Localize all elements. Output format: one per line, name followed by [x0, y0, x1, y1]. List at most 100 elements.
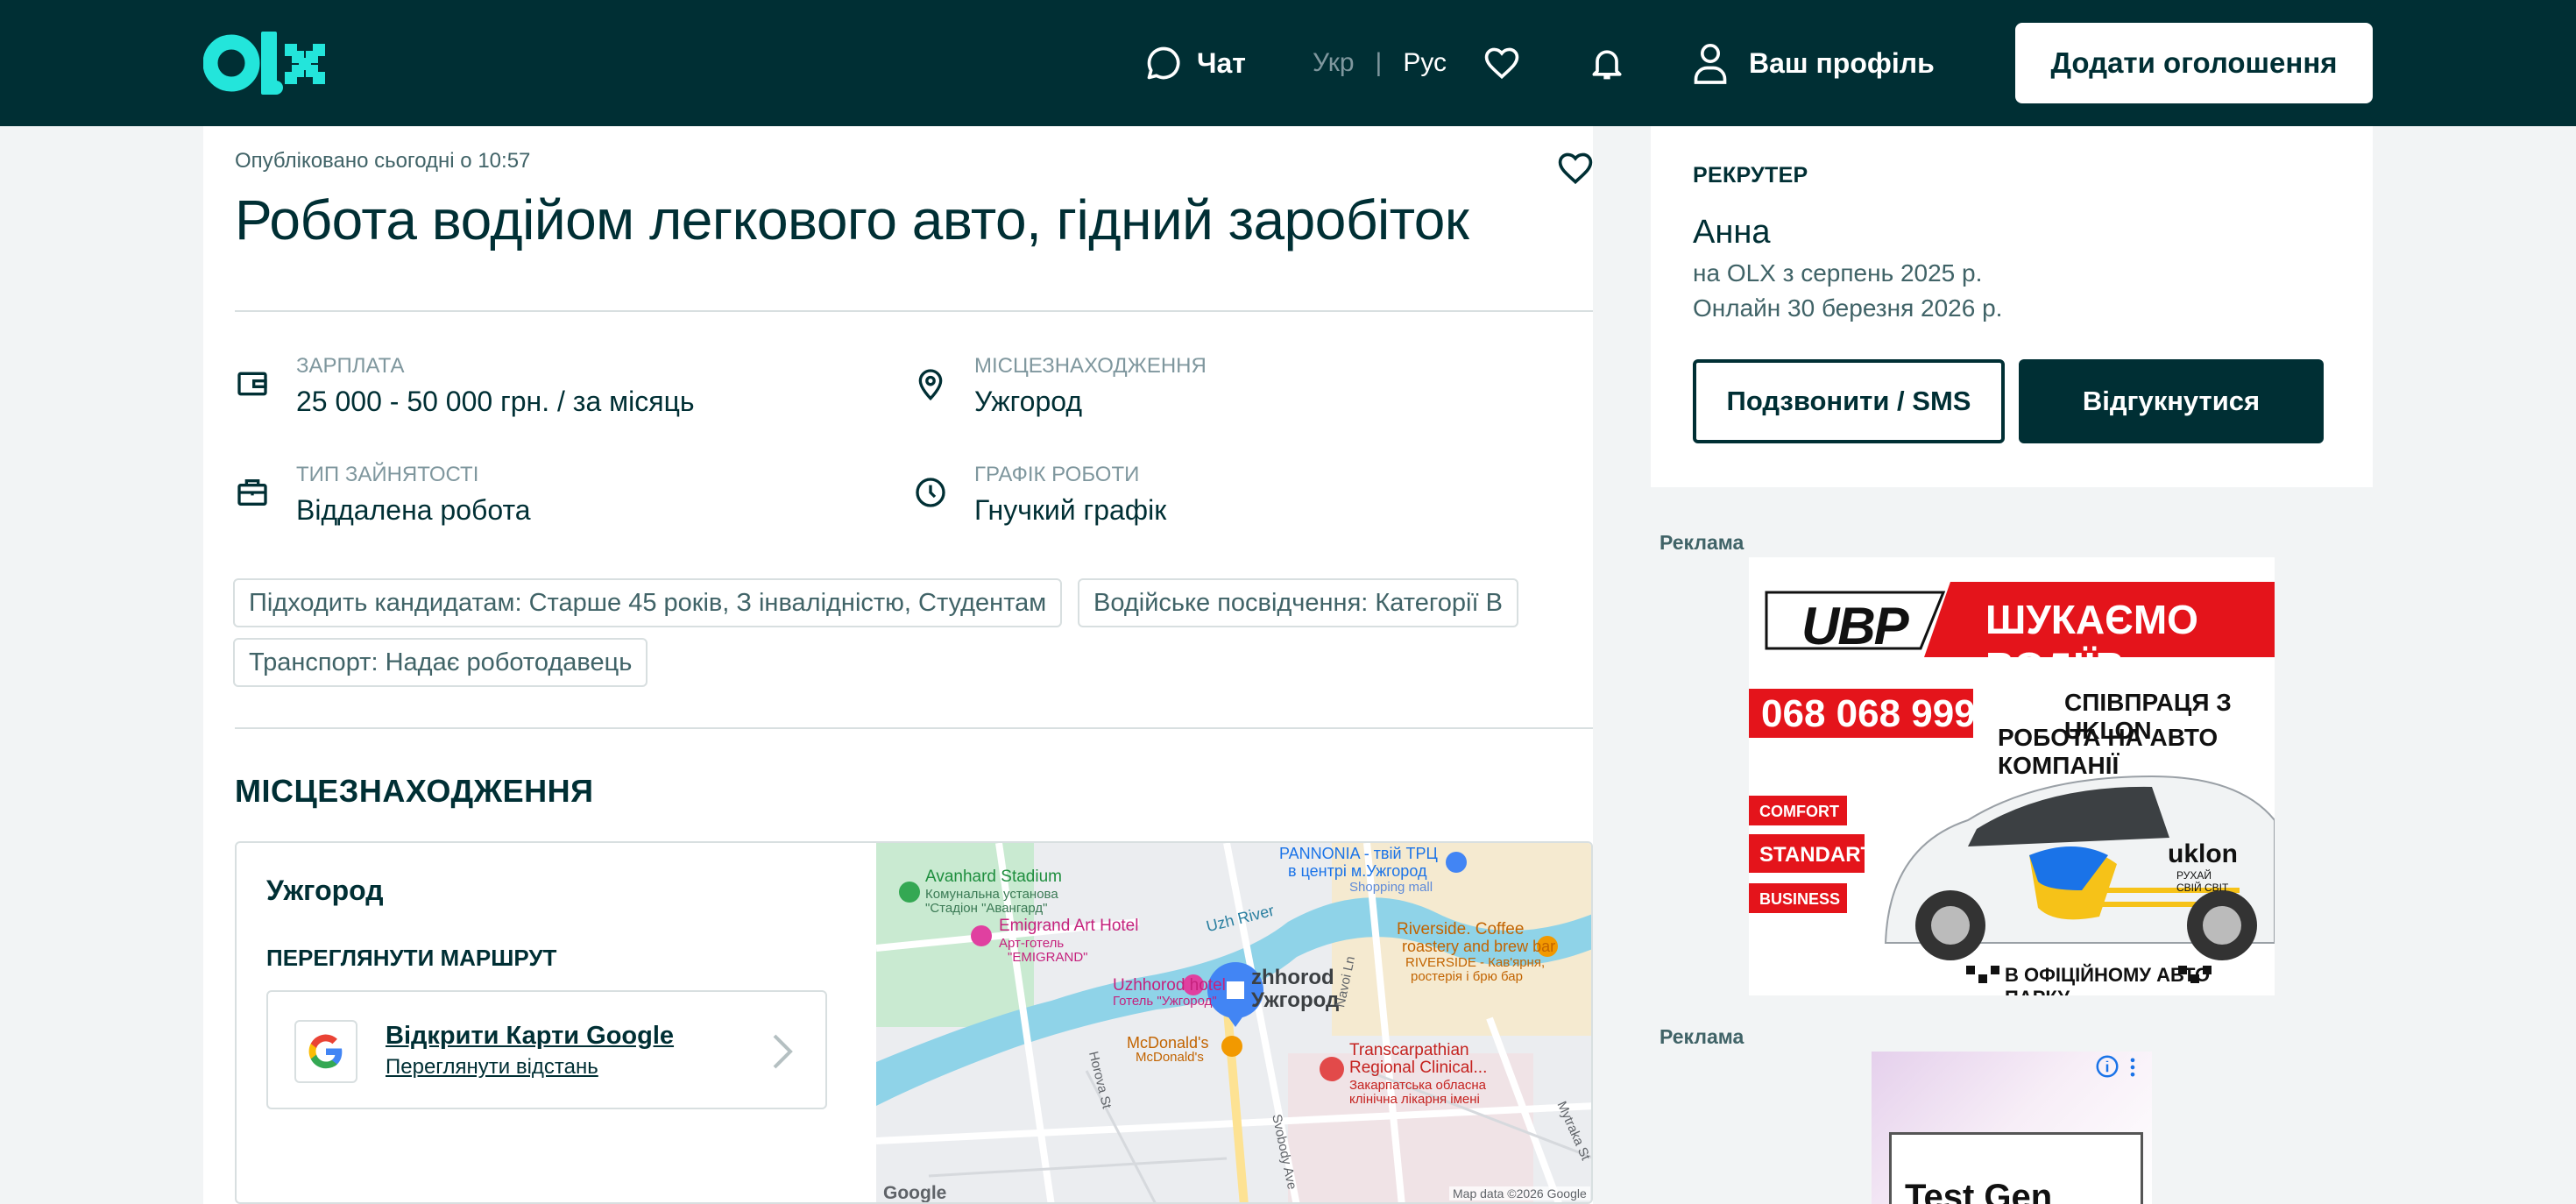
ad-banner-2[interactable]: Test Gen — [1872, 1052, 2152, 1204]
param-employment-type: ТИП ЗАЙНЯТОСТІ Віддалена робота — [235, 463, 531, 527]
param-location: МІСЦЕЗНАХОДЖЕННЯ Ужгород — [913, 354, 1207, 418]
ad-label: Реклама — [1660, 1025, 1744, 1048]
location-box: Ужгород ПЕРЕГЛЯНУТИ МАРШРУТ Відкрити Кар… — [235, 841, 1593, 1204]
map-label: RIVERSIDE - Кав'ярня, — [1405, 955, 1546, 970]
ad-line2: РОБОТА НА АВТО КОМПАНІЇ — [1998, 724, 2219, 779]
map-label: Transcarpathian — [1349, 1041, 1469, 1059]
param-label: МІСЦЕЗНАХОДЖЕННЯ — [974, 354, 1207, 378]
param-value: Ужгород — [974, 386, 1082, 417]
map-attribution[interactable]: Map data ©2026 Google — [1449, 1186, 1590, 1200]
map-label: Emigrand Art Hotel — [999, 917, 1139, 935]
tag-transport: Транспорт: Надає роботодавець — [233, 638, 648, 687]
map-label: ростерія і брю бар — [1411, 969, 1523, 984]
favorite-heart-icon[interactable] — [1556, 149, 1595, 188]
language-switcher: Укр | Рус — [1313, 0, 1447, 126]
lang-ukr[interactable]: Укр — [1313, 48, 1355, 78]
listing-title: Робота водійом легкового авто, гідний за… — [235, 188, 1469, 251]
ad-tier: BUSINESS — [1759, 890, 1841, 908]
lang-separator: | — [1375, 48, 1383, 77]
ad-tier: STANDART — [1759, 843, 1874, 867]
param-value: Віддалена робота — [296, 494, 531, 526]
map-label: Готель "Ужгород" — [1113, 994, 1217, 1009]
map-city-label: zhhorod — [1251, 966, 1334, 989]
olx-logo[interactable] — [203, 26, 331, 100]
param-value: Гнучкий графік — [974, 494, 1167, 526]
map-label: Avanhard Stadium — [925, 868, 1062, 886]
ad-footer: В ОФІЦІЙНОМУ АВТО ПАРКУ — [2005, 964, 2211, 995]
param-label: ЗАРПЛАТА — [296, 354, 405, 378]
location-city: Ужгород — [266, 875, 384, 906]
clock-icon — [916, 478, 945, 507]
chat-bubble-icon — [1147, 46, 1180, 80]
ad-car-slogan: РУХАЙ — [2176, 869, 2212, 882]
seller-card: РЕКРУТЕР Анна на OLX з серпень 2025 р. О… — [1651, 126, 2373, 487]
google-map[interactable]: Avanhard Stadium Комунальна установа "Ст… — [876, 843, 1591, 1203]
map-label: Riverside. Coffee — [1397, 920, 1525, 938]
chat-link[interactable]: Чат — [1144, 0, 1246, 126]
ad-headline: ШУКАЄМО ВОДІЇВ — [1985, 597, 2198, 690]
ad-menu-icon[interactable] — [2126, 1055, 2140, 1080]
map-label: Закарпатська обласна — [1349, 1078, 1487, 1093]
chevron-right-icon — [773, 1034, 793, 1069]
ad-car-slogan: СВІЙ СВІТ — [2176, 882, 2229, 894]
route-title: ПЕРЕГЛЯНУТИ МАРШРУТ — [266, 945, 557, 971]
ad-phone: 068 068 9996 — [1761, 692, 1998, 735]
heart-icon — [1484, 47, 1519, 80]
top-header: Чат Укр | Рус Ваш профіль Додати оголоше… — [0, 0, 2576, 126]
map-label: PANNONIA - твій ТРЦ — [1279, 845, 1438, 862]
seller-since: на OLX з серпень 2025 р. — [1693, 259, 1983, 287]
map-label: "EMIGRAND" — [1008, 950, 1088, 965]
chat-label: Чат — [1197, 46, 1246, 79]
view-distance-link[interactable]: Переглянути відстань — [386, 1055, 598, 1080]
seller-role: РЕКРУТЕР — [1693, 163, 1808, 188]
map-label: Комунальна установа — [925, 887, 1058, 902]
ad-banner[interactable]: UBP ШУКАЄМО ВОДІЇВ 068 068 9996 СПІВПРАЦ… — [1749, 557, 2275, 995]
seller-name[interactable]: Анна — [1693, 214, 1770, 251]
location-section-title: МІСЦЕЗНАХОДЖЕННЯ — [235, 773, 594, 809]
param-label: ТИП ЗАЙНЯТОСТІ — [296, 463, 479, 486]
ad2-text: Test Gen — [1905, 1178, 2053, 1204]
profile-link[interactable]: Ваш профіль — [1691, 0, 1935, 126]
call-sms-button[interactable]: Подзвонити / SMS — [1693, 359, 2005, 443]
open-google-maps-button[interactable]: Відкрити Карти Google Переглянути відста… — [266, 990, 827, 1109]
tag-driver-license: Водійське посвідчення: Категорії B — [1078, 578, 1518, 627]
map-label: Uzhhorod hotel — [1113, 976, 1226, 995]
map-label: roastery and brew bar — [1402, 938, 1556, 955]
param-value: 25 000 - 50 000 грн. / за місяць — [296, 386, 695, 417]
ad-tier: COMFORT — [1759, 803, 1839, 820]
notifications-button[interactable] — [1588, 0, 1626, 126]
param-salary: ЗАРПЛАТА 25 000 - 50 000 грн. / за місяц… — [235, 354, 695, 418]
wallet-icon — [237, 372, 267, 396]
lang-rus[interactable]: Рус — [1403, 48, 1447, 78]
reply-button[interactable]: Відгукнутися — [2019, 359, 2324, 443]
listing-card: Опубліковано сьогодні о 10:57 Робота вод… — [203, 126, 1593, 1204]
map-label: McDonald's — [1136, 1050, 1204, 1065]
tag-candidates: Підходить кандидатам: Старше 45 років, З… — [233, 578, 1063, 627]
map-label: Regional Clinical... — [1349, 1059, 1488, 1077]
briefcase-icon — [237, 479, 267, 506]
divider — [235, 310, 1593, 312]
user-icon — [1694, 44, 1727, 84]
map-label: в центрі м.Ужгород — [1288, 862, 1427, 880]
ad-label: Реклама — [1660, 531, 1744, 554]
map-label: Shopping mall — [1349, 880, 1433, 895]
param-label: ГРАФІК РОБОТИ — [974, 463, 1140, 486]
google-g-icon — [294, 1020, 357, 1083]
param-schedule: ГРАФІК РОБОТИ Гнучкий графік — [913, 463, 1166, 527]
map-label: Арт-готель — [999, 936, 1065, 951]
location-pin-icon — [918, 369, 943, 401]
open-maps-link[interactable]: Відкрити Карти Google — [386, 1022, 674, 1051]
add-listing-button[interactable]: Додати оголошення — [2015, 23, 2373, 103]
map-label: "Стадіон "Авангард" — [925, 901, 1048, 916]
google-logo: Google — [883, 1183, 947, 1203]
profile-label: Ваш профіль — [1749, 46, 1935, 79]
map-city-label: Ужгород — [1251, 988, 1340, 1012]
favorites-button[interactable] — [1483, 0, 1521, 126]
seller-online: Онлайн 30 березня 2026 р. — [1693, 294, 2003, 322]
map-label: клінічна лікарня імені — [1349, 1092, 1480, 1107]
ad-info-icon[interactable] — [2094, 1053, 2120, 1080]
ad-car-brand: uklon — [2168, 839, 2238, 868]
ad-brand: UBP — [1801, 597, 1909, 655]
published-date: Опубліковано сьогодні о 10:57 — [235, 149, 531, 173]
divider — [235, 727, 1593, 729]
